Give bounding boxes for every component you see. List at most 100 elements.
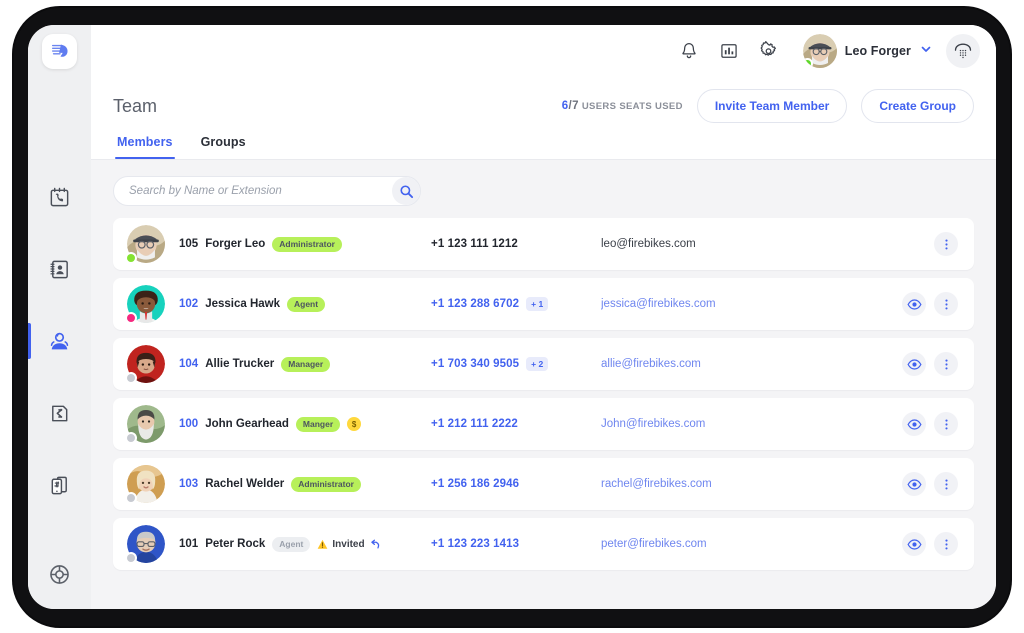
user-menu[interactable]: Leo Forger xyxy=(802,34,932,68)
sidebar xyxy=(28,25,91,609)
team-person-icon xyxy=(50,332,69,349)
member-phone: +1 123 288 6702 xyxy=(431,298,520,310)
role-badge: Manager xyxy=(281,356,331,372)
table-row[interactable]: 104 Allie Trucker Manager +1 703 340 950… xyxy=(113,338,974,390)
member-phone: +1 703 340 9505 xyxy=(431,358,520,370)
table-row[interactable]: 100 John Gearhead Manger $ +1 212 111 22… xyxy=(113,398,974,450)
table-row[interactable]: 105 Forger Leo Administrator +1 123 111 … xyxy=(113,218,974,270)
address-book-icon xyxy=(50,260,68,278)
create-group-button[interactable]: Create Group xyxy=(861,89,974,123)
row-actions xyxy=(902,292,958,316)
view-button[interactable] xyxy=(902,412,926,436)
avatar xyxy=(125,525,165,564)
table-row[interactable]: 102 Jessica Hawk Agent +1 123 288 6702 +… xyxy=(113,278,974,330)
member-phone: +1 212 111 2222 xyxy=(431,418,518,430)
member-identity: 105 Forger Leo Administrator xyxy=(179,236,431,252)
member-email: allie@firebikes.com xyxy=(601,358,701,370)
role-badge: Administrator xyxy=(272,236,342,252)
member-extension: 102 xyxy=(179,298,199,310)
search-bar xyxy=(113,176,421,206)
main-area: Leo Forger Team 6/7 USERS SEATS USED Inv… xyxy=(91,25,996,609)
extra-numbers-badge: + 1 xyxy=(526,297,549,311)
eye-icon xyxy=(906,478,922,490)
chevron-down-icon xyxy=(920,42,932,60)
member-name: Forger Leo xyxy=(205,238,266,250)
settings-button[interactable] xyxy=(749,31,789,71)
resend-arrow-icon xyxy=(370,539,379,549)
member-email: rachel@firebikes.com xyxy=(601,478,712,490)
status-online-dot xyxy=(802,58,813,68)
more-vertical-icon xyxy=(944,239,948,249)
member-name: Allie Trucker xyxy=(205,358,275,370)
search-input[interactable] xyxy=(113,176,421,206)
dialpad-button[interactable] xyxy=(946,34,980,68)
lifebuoy-help-icon xyxy=(50,565,69,584)
view-button[interactable] xyxy=(902,352,926,376)
row-menu-button[interactable] xyxy=(934,232,958,256)
more-vertical-icon xyxy=(944,299,948,309)
view-button[interactable] xyxy=(902,472,926,496)
sidebar-item-help[interactable] xyxy=(28,562,91,587)
avatar xyxy=(802,34,837,68)
sidebar-item-call-log[interactable] xyxy=(28,177,91,217)
member-extension: 101 xyxy=(179,538,199,550)
member-email: John@firebikes.com xyxy=(601,418,706,430)
member-identity: 101 Peter Rock Agent Invited xyxy=(179,536,431,552)
row-actions xyxy=(902,232,958,256)
status-dot xyxy=(125,492,137,504)
sidebar-item-phone-numbers[interactable] xyxy=(28,465,91,505)
resend-invite-button[interactable] xyxy=(369,538,381,550)
extra-numbers-badge: + 2 xyxy=(526,357,549,371)
row-menu-button[interactable] xyxy=(934,412,958,436)
view-button[interactable] xyxy=(902,292,926,316)
member-phone: +1 123 223 1413 xyxy=(431,538,520,550)
table-row[interactable]: 103 Rachel Welder Administrator +1 256 1… xyxy=(113,458,974,510)
row-menu-button[interactable] xyxy=(934,472,958,496)
phone-cell: +1 212 111 2222 xyxy=(431,418,601,430)
avatar xyxy=(125,345,165,384)
page-title: Team xyxy=(113,95,158,116)
more-vertical-icon xyxy=(944,479,948,489)
brand-logo[interactable] xyxy=(28,25,91,77)
role-badge: Manger xyxy=(295,416,341,432)
analytics-button[interactable] xyxy=(709,31,749,71)
member-identity: 104 Allie Trucker Manager xyxy=(179,356,431,372)
avatar xyxy=(125,225,165,264)
eye-icon xyxy=(906,418,922,430)
search-button[interactable] xyxy=(392,177,420,205)
status-dot xyxy=(125,372,137,384)
more-vertical-icon xyxy=(944,419,948,429)
member-identity: 102 Jessica Hawk Agent xyxy=(179,296,431,312)
table-row[interactable]: 101 Peter Rock Agent Invited +1 123 223 … xyxy=(113,518,974,570)
app-window: Leo Forger Team 6/7 USERS SEATS USED Inv… xyxy=(28,25,996,609)
member-name: John Gearhead xyxy=(205,418,289,430)
avatar xyxy=(125,465,165,504)
sidebar-item-team[interactable] xyxy=(28,321,91,361)
invite-team-member-button[interactable]: Invite Team Member xyxy=(696,89,848,123)
status-dot xyxy=(125,432,137,444)
member-name: Rachel Welder xyxy=(205,478,285,490)
sidebar-item-contacts[interactable] xyxy=(28,249,91,289)
members-panel: 105 Forger Leo Administrator +1 123 111 … xyxy=(91,160,996,609)
member-email: peter@firebikes.com xyxy=(601,538,707,550)
status-dot xyxy=(125,312,137,324)
tab-members[interactable]: Members xyxy=(115,129,175,159)
screenshot-root: Leo Forger Team 6/7 USERS SEATS USED Inv… xyxy=(0,0,1024,633)
row-menu-button[interactable] xyxy=(934,352,958,376)
sidebar-item-call-flow[interactable] xyxy=(28,393,91,433)
view-button[interactable] xyxy=(902,532,926,556)
seats-usage: 6/7 USERS SEATS USED xyxy=(562,100,683,112)
tabs: Members Groups xyxy=(113,129,974,159)
member-phone: +1 123 111 1212 xyxy=(431,238,518,250)
notifications-button[interactable] xyxy=(669,31,709,71)
sidebar-items xyxy=(28,177,91,505)
billing-badge: $ xyxy=(347,417,362,431)
status-dot xyxy=(125,252,137,264)
row-menu-button[interactable] xyxy=(934,292,958,316)
seats-used: 6 xyxy=(561,100,569,112)
row-menu-button[interactable] xyxy=(934,532,958,556)
status-dot xyxy=(125,552,137,564)
members-list: 105 Forger Leo Administrator +1 123 111 … xyxy=(113,218,974,570)
tab-groups[interactable]: Groups xyxy=(199,129,248,159)
member-name: Peter Rock xyxy=(205,538,266,550)
